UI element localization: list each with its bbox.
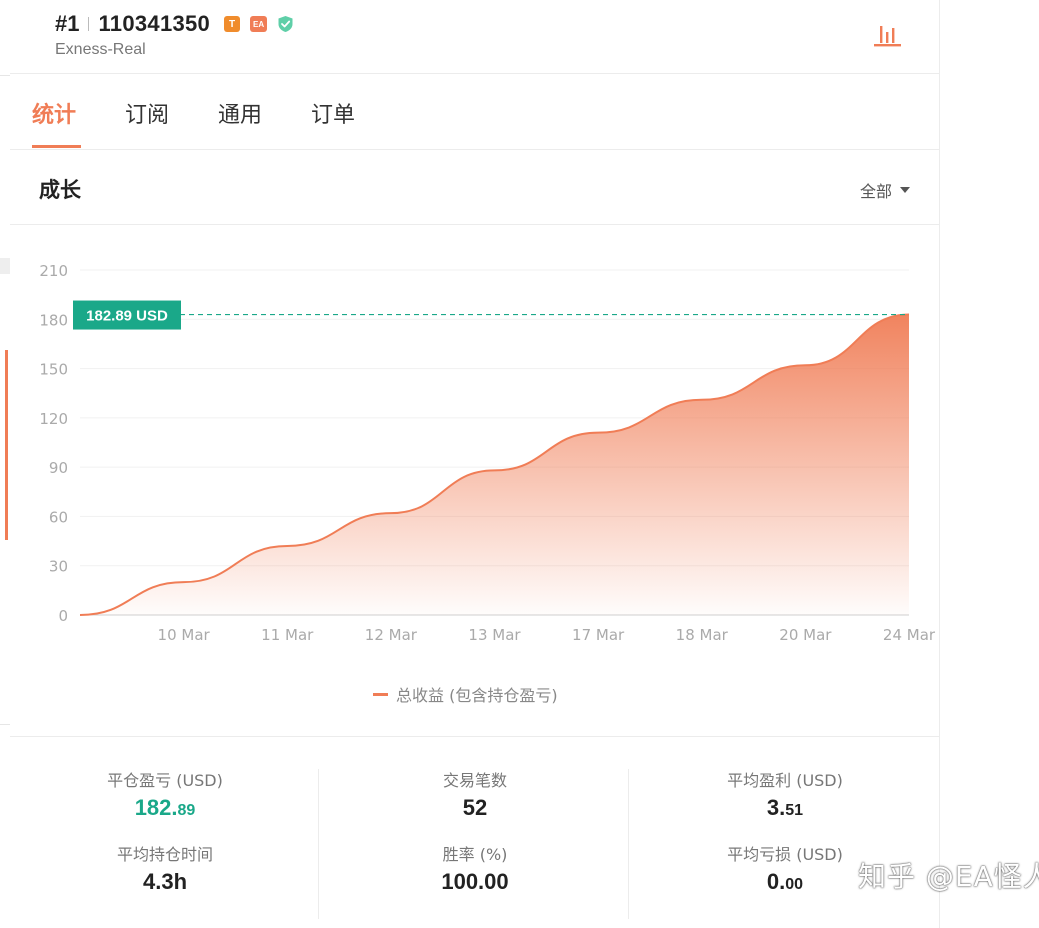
trades-value: 52: [462, 795, 488, 820]
tab-orders[interactable]: 订单: [311, 97, 355, 129]
badge-t-icon: T: [224, 16, 241, 32]
y-tick-label: 120: [39, 410, 68, 428]
stats-column-left: 平仓盈亏 (USD) 182.89 平均持仓时间 4.3h: [10, 767, 320, 899]
legend-swatch: [373, 692, 388, 696]
gutter-accent-bar: [5, 350, 8, 540]
x-tick-label: 13 Mar: [468, 626, 521, 644]
left-gutter: [0, 0, 10, 928]
gutter-marker: [0, 258, 10, 274]
tab-subscribe[interactable]: 订阅: [125, 97, 169, 129]
stats-column-middle: 交易笔数 52 胜率 (%) 100.00: [320, 767, 630, 899]
account-title-row: #1 110341350 T EA: [55, 11, 294, 37]
badge-ea-icon: EA: [250, 16, 268, 32]
closed-pl-value: 182.89: [10, 795, 320, 825]
x-tick-label: 17 Mar: [572, 626, 625, 644]
series-area: [80, 314, 909, 615]
tab-stats[interactable]: 统计: [32, 97, 76, 129]
active-tab-indicator: [32, 145, 81, 148]
closed-pl-int: 182.: [134, 795, 178, 820]
y-tick-label: 180: [39, 311, 68, 329]
y-tick-label: 150: [39, 361, 68, 379]
avg-hold-label: 平均持仓时间: [116, 845, 213, 864]
avg-profit-dec: 51: [785, 802, 804, 819]
y-tick-label: 210: [39, 262, 68, 280]
x-tick-label: 12 Mar: [365, 626, 418, 644]
avg-profit-value: 3.51: [630, 795, 940, 825]
bar-chart-icon[interactable]: [872, 20, 902, 48]
growth-chart-svg: 0 30 60 90 120 150 180 210 10 Mar 11 Mar 12 Mar 13…: [39, 262, 936, 644]
tab-general[interactable]: 通用: [218, 97, 262, 129]
gutter-divider: [0, 75, 10, 76]
tab-bar: 统计 订阅 通用 订单: [10, 75, 940, 150]
growth-section-header: 成长 全部: [10, 150, 940, 225]
gutter-divider: [0, 724, 10, 725]
chart-legend: 总收益 (包含持仓盈亏): [373, 682, 558, 706]
account-panel: #1 110341350 T EA Exness-Real 统计 订阅 通用 订…: [10, 0, 940, 928]
win-rate-label: 胜率 (%): [442, 845, 508, 864]
x-tick-label: 11 Mar: [261, 626, 314, 644]
closed-pl-dec: 89: [177, 802, 196, 819]
win-rate-value: 100.00: [441, 869, 509, 894]
avg-profit-int: 3.: [766, 795, 786, 820]
growth-chart: 0 30 60 90 120 150 180 210 10 Mar 11 Mar 12 Mar 13…: [10, 226, 940, 723]
verified-shield-icon: [277, 15, 294, 33]
avg-profit-label: 平均盈利 (USD): [727, 771, 843, 790]
account-header: #1 110341350 T EA Exness-Real: [10, 0, 940, 74]
x-tick-label: 24 Mar: [883, 626, 936, 644]
caret-down-icon: [900, 187, 910, 193]
legend-label: 总收益 (包含持仓盈亏): [396, 686, 558, 705]
section-title: 成长: [39, 178, 81, 202]
x-tick-label: 18 Mar: [676, 626, 729, 644]
x-tick-label: 10 Mar: [158, 626, 211, 644]
title-separator: [88, 17, 90, 31]
account-number: 110341350: [98, 11, 211, 36]
trades-label: 交易笔数: [442, 771, 507, 790]
avg-loss-dec: 00: [785, 876, 804, 893]
range-dropdown[interactable]: 全部: [860, 178, 910, 202]
avg-hold-value: 4.3h: [142, 869, 188, 894]
y-tick-label: 90: [49, 459, 68, 477]
x-tick-label: 20 Mar: [779, 626, 832, 644]
current-value-label: 182.89 USD: [86, 308, 168, 325]
y-tick-label: 60: [49, 508, 68, 526]
avg-loss-int: 0.: [766, 869, 786, 894]
broker-name: Exness-Real: [55, 41, 146, 58]
closed-pl-label: 平仓盈亏 (USD): [107, 771, 223, 790]
range-dropdown-value: 全部: [859, 182, 892, 201]
y-tick-label: 0: [58, 607, 68, 625]
y-tick-label: 30: [49, 558, 68, 576]
stats-grid: 平仓盈亏 (USD) 182.89 平均持仓时间 4.3h 交易笔数 52 胜率…: [10, 736, 940, 928]
account-rank: #1: [55, 11, 80, 36]
watermark: 知乎 @EA怪人: [858, 860, 1039, 893]
